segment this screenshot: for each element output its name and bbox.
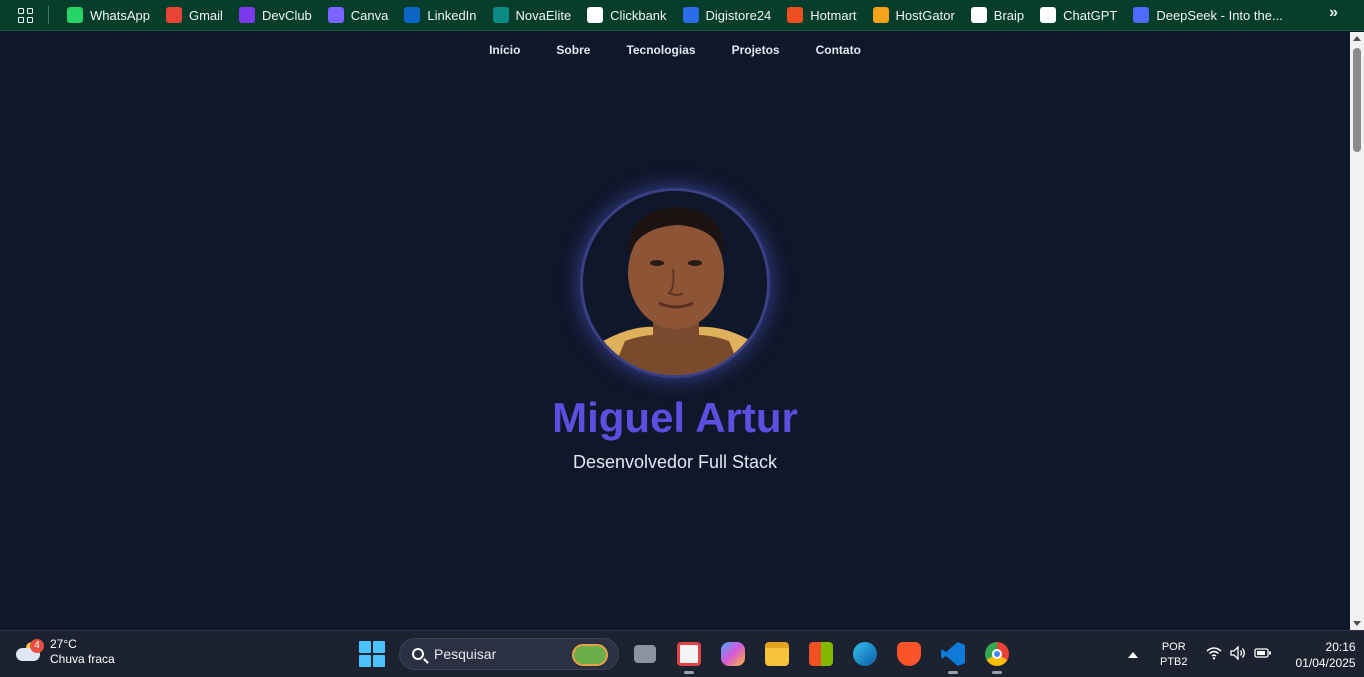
bookmark-canva[interactable]: Canva bbox=[322, 3, 395, 27]
site-nav: Início Sobre Tecnologias Projetos Contat… bbox=[0, 32, 1350, 68]
deepseek-icon bbox=[1133, 7, 1150, 23]
bookmark-label: Hotmart bbox=[810, 7, 857, 23]
weather-condition: Chuva fraca bbox=[50, 652, 115, 666]
bookmark-devclub[interactable]: DevClub bbox=[233, 3, 318, 27]
scroll-down-arrow-icon[interactable] bbox=[1353, 621, 1361, 626]
scroll-thumb[interactable] bbox=[1353, 48, 1361, 152]
hero-role: Desenvolvedor Full Stack bbox=[572, 452, 778, 472]
novaelite-icon bbox=[492, 7, 509, 23]
bookmark-label: ChatGPT bbox=[1063, 7, 1118, 23]
bookmark-whatsapp[interactable]: WhatsApp bbox=[61, 3, 156, 27]
windows-start-icon[interactable] bbox=[358, 640, 386, 668]
bookmark-label: DevClub bbox=[261, 7, 312, 23]
language-code: POR bbox=[1161, 640, 1186, 653]
clock-date: 01/04/2025 bbox=[1295, 655, 1356, 670]
microsoft-store-icon[interactable] bbox=[805, 638, 837, 670]
bookmark-label: Canva bbox=[350, 7, 389, 23]
weather-cloud-icon: 4 bbox=[14, 639, 44, 664]
bookmark-list: WhatsApp Gmail DevClub Canva LinkedIn NovaEli… bbox=[61, 3, 1293, 27]
brave-icon[interactable] bbox=[893, 638, 925, 670]
search-icon bbox=[412, 648, 424, 660]
bookmark-label: HostGator bbox=[895, 7, 955, 23]
windows-taskbar: 4 27°C Chuva fraca Pesquisar POR PTB2 20… bbox=[0, 630, 1364, 677]
canva-icon bbox=[327, 7, 344, 23]
bookmark-gmail[interactable]: Gmail bbox=[160, 3, 229, 27]
volume-icon[interactable] bbox=[1229, 645, 1246, 663]
bookmark-label: Digistore24 bbox=[705, 7, 772, 23]
bookmark-label: NovaElite bbox=[515, 7, 572, 23]
scroll-up-arrow-icon[interactable] bbox=[1353, 36, 1361, 41]
bookmark-hostgator[interactable]: HostGator bbox=[867, 3, 961, 27]
devclub-icon bbox=[238, 7, 255, 23]
battery-icon[interactable] bbox=[1253, 646, 1272, 663]
search-highlight-art-icon bbox=[572, 644, 608, 666]
language-indicator[interactable]: POR PTB2 bbox=[1160, 640, 1188, 670]
chrome-icon[interactable] bbox=[981, 638, 1013, 674]
hero-name: Miguel Artur bbox=[552, 394, 798, 441]
digistore24-icon bbox=[682, 7, 699, 23]
weather-widget[interactable]: 4 27°C Chuva fraca bbox=[14, 637, 115, 667]
clock-time: 20:16 bbox=[1325, 639, 1356, 654]
bookmarks-bar: WhatsApp Gmail DevClub Canva LinkedIn NovaEli… bbox=[0, 0, 1364, 31]
bookmark-braip[interactable]: Braip bbox=[965, 3, 1030, 27]
braip-icon bbox=[970, 7, 987, 23]
show-hidden-icons-icon[interactable] bbox=[1128, 651, 1138, 658]
bookmark-label: LinkedIn bbox=[427, 7, 477, 23]
bookmark-clickbank[interactable]: Clickbank bbox=[581, 3, 672, 27]
weather-badge: 4 bbox=[30, 639, 44, 653]
whatsapp-icon bbox=[67, 7, 83, 23]
file-explorer-icon[interactable] bbox=[761, 638, 793, 670]
wifi-icon[interactable] bbox=[1206, 646, 1222, 663]
weather-temp: 27°C bbox=[50, 637, 77, 651]
keyboard-layout: PTB2 bbox=[1160, 655, 1188, 668]
bookmark-label: DeepSeek - Into the... bbox=[1156, 7, 1283, 23]
vscode-icon[interactable] bbox=[937, 638, 969, 674]
task-view-icon[interactable] bbox=[629, 638, 661, 670]
bookmark-novaelite[interactable]: NovaElite bbox=[487, 3, 578, 27]
edge-icon[interactable] bbox=[849, 638, 881, 670]
apps-grid-icon[interactable] bbox=[14, 4, 36, 26]
linkedin-icon bbox=[404, 7, 421, 23]
bookmarks-separator bbox=[48, 6, 49, 24]
more-bookmarks-chevron-icon[interactable]: » bbox=[1329, 4, 1338, 22]
nav-link-inicio[interactable]: Início bbox=[471, 43, 538, 57]
profile-photo bbox=[583, 191, 767, 375]
nav-link-sobre[interactable]: Sobre bbox=[538, 43, 608, 57]
bookmark-label: Braip bbox=[993, 7, 1025, 23]
profile-avatar bbox=[580, 188, 770, 378]
hostgator-icon bbox=[872, 7, 889, 23]
clickbank-icon bbox=[587, 7, 604, 23]
bookmark-chatgpt[interactable]: ChatGPT bbox=[1034, 3, 1123, 27]
bookmark-label: Gmail bbox=[188, 7, 223, 23]
nav-link-contato[interactable]: Contato bbox=[798, 43, 879, 57]
nav-link-projetos[interactable]: Projetos bbox=[714, 43, 798, 57]
gmail-icon bbox=[165, 7, 182, 23]
copilot-icon[interactable] bbox=[717, 638, 749, 670]
bookmark-linkedin[interactable]: LinkedIn bbox=[398, 3, 482, 27]
bookmark-hotmart[interactable]: Hotmart bbox=[781, 3, 862, 27]
bookmark-label: Clickbank bbox=[610, 7, 667, 23]
hotmart-icon bbox=[787, 7, 804, 23]
bookmark-digistore24[interactable]: Digistore24 bbox=[677, 3, 778, 27]
taskbar-search-box[interactable]: Pesquisar bbox=[399, 638, 619, 670]
bookmark-label: WhatsApp bbox=[90, 7, 150, 23]
snipping-tool-icon[interactable] bbox=[673, 638, 705, 674]
vertical-scrollbar[interactable] bbox=[1350, 32, 1364, 630]
nav-link-tecnologias[interactable]: Tecnologias bbox=[608, 43, 713, 57]
bookmark-deepseek[interactable]: DeepSeek - Into the... bbox=[1127, 3, 1288, 27]
page-viewport: Início Sobre Tecnologias Projetos Contat… bbox=[0, 32, 1350, 630]
chatgpt-icon bbox=[1040, 7, 1057, 23]
search-placeholder: Pesquisar bbox=[434, 646, 497, 662]
taskbar-clock[interactable]: 20:16 01/04/2025 bbox=[1296, 639, 1356, 671]
